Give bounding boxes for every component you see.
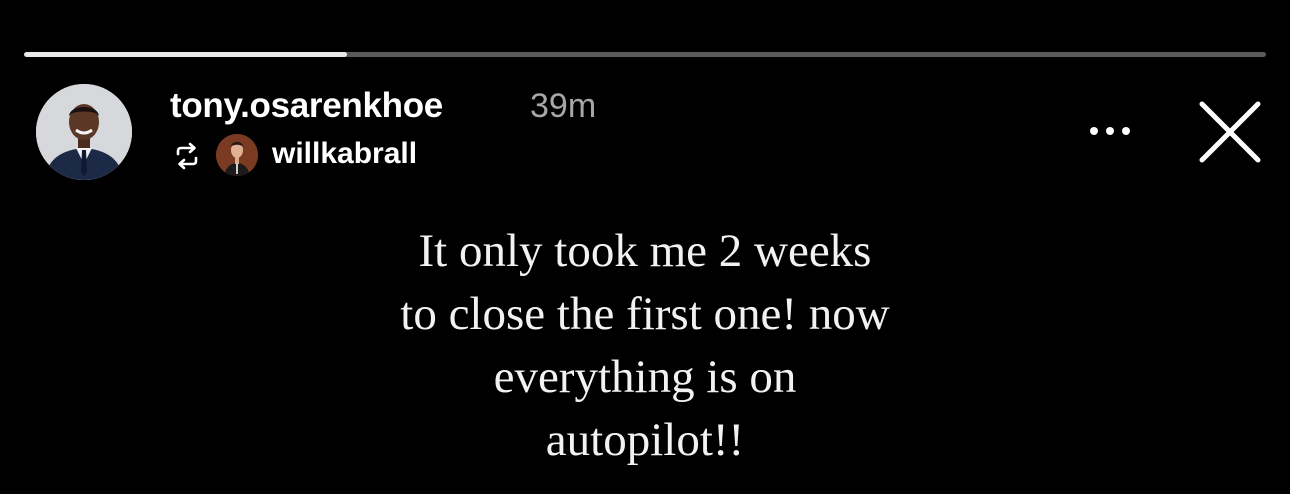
repost-avatar-image	[216, 134, 258, 176]
timestamp: 39m	[530, 87, 597, 125]
avatar-image	[36, 84, 132, 180]
story-progress-bar	[24, 52, 1266, 57]
username[interactable]: tony.osarenkhoe	[170, 86, 443, 126]
avatar[interactable]	[36, 84, 132, 180]
story-text: It only took me 2 weeks to close the fir…	[245, 220, 1045, 472]
story-line: It only took me 2 weeks	[418, 225, 872, 277]
more-icon[interactable]	[1080, 112, 1140, 152]
story-line: everything is on	[493, 351, 797, 403]
story-progress-fill	[24, 52, 347, 57]
repost-avatar[interactable]	[216, 134, 258, 176]
close-icon[interactable]	[1196, 98, 1264, 166]
repost-icon	[176, 142, 198, 170]
story-line: autopilot!!	[545, 414, 745, 466]
story-line: to close the first one! now	[400, 288, 890, 340]
reposted-username[interactable]: willkabrall	[272, 137, 417, 171]
